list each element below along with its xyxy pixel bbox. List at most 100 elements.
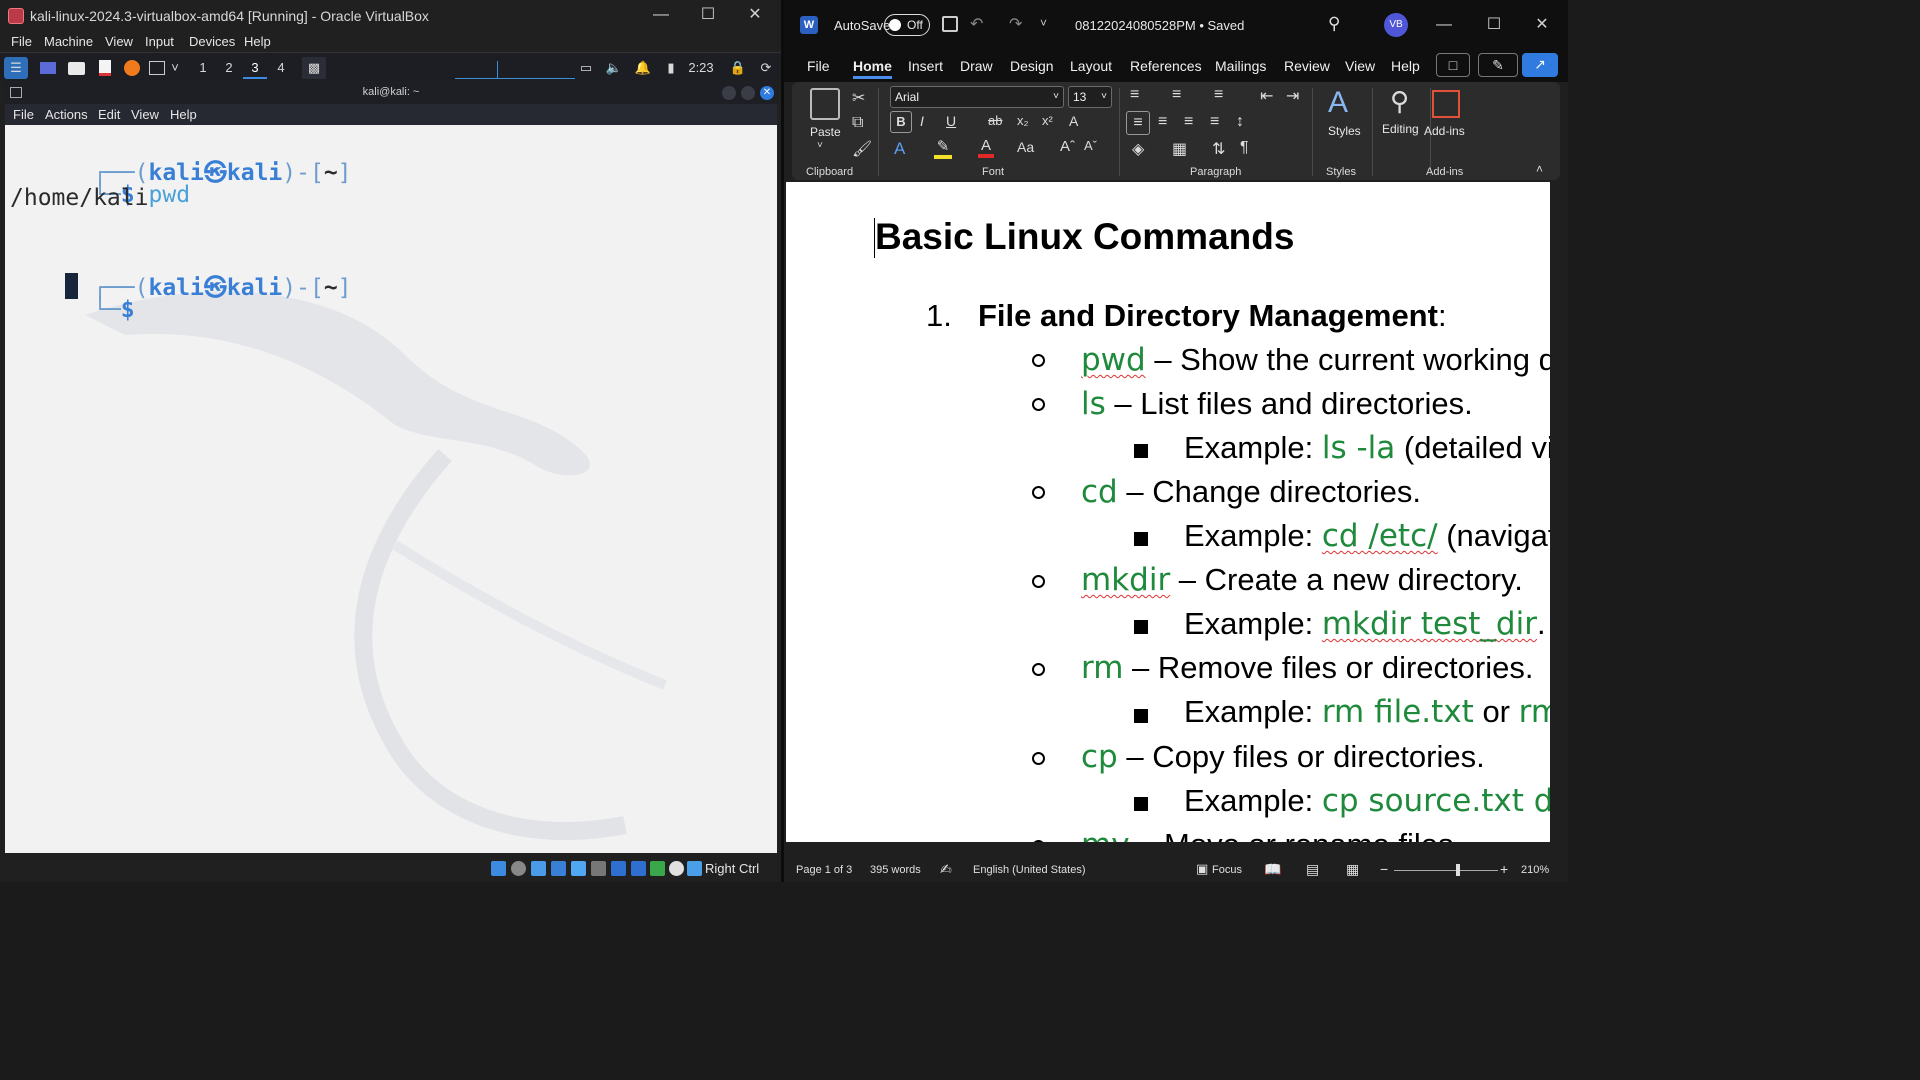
language-status[interactable]: English (United States) — [973, 864, 1086, 876]
search-icon[interactable]: ⚲ — [1328, 14, 1340, 34]
minimize-icon[interactable]: — — [651, 5, 671, 25]
italic-icon[interactable]: I — [920, 113, 924, 129]
vbox-menu-machine[interactable]: Machine — [44, 34, 93, 49]
increase-indent-icon[interactable]: ⇥ — [1286, 86, 1299, 106]
tab-file[interactable]: File — [807, 58, 830, 74]
vbox-menu-input[interactable]: Input — [145, 34, 174, 49]
terminal-close-icon[interactable]: ✕ — [760, 86, 774, 100]
styles-button-label[interactable]: Styles — [1328, 124, 1361, 138]
vbox-menu-help[interactable]: Help — [244, 34, 271, 49]
superscript-icon[interactable]: x² — [1042, 113, 1053, 128]
undo-icon[interactable]: ↶ — [970, 14, 983, 34]
terminal-maximize-icon[interactable] — [741, 86, 755, 100]
justify-icon[interactable]: ≡ — [1210, 113, 1219, 131]
power-icon[interactable]: ⟳ — [757, 57, 775, 79]
firefox-icon[interactable] — [122, 57, 142, 79]
font-name-select[interactable]: Arial ˅ — [890, 86, 1064, 108]
multilevel-list-icon[interactable]: ≡ — [1214, 86, 1223, 104]
proofing-icon[interactable]: ✍ — [940, 861, 952, 878]
mouse-integration-icon[interactable] — [669, 861, 684, 876]
terminal-launcher-icon[interactable] — [147, 57, 167, 79]
tab-draw[interactable]: Draw — [960, 58, 993, 74]
shading-icon[interactable]: ◈ — [1132, 139, 1144, 159]
display-status-icon[interactable] — [611, 861, 626, 876]
network-icon[interactable] — [551, 861, 566, 876]
battery-icon[interactable]: ▮ — [662, 57, 680, 79]
grow-font-icon[interactable]: Aˆ — [1060, 138, 1075, 155]
font-color-icon[interactable]: A — [978, 137, 994, 158]
paste-icon[interactable] — [810, 88, 840, 120]
word-close-icon[interactable]: ✕ — [1532, 15, 1552, 35]
tab-design[interactable]: Design — [1010, 58, 1054, 74]
hard-disk-icon[interactable] — [491, 861, 506, 876]
vertical-scrollbar[interactable] — [1550, 364, 1568, 882]
redo-icon[interactable]: ↷ — [1009, 14, 1022, 34]
tab-help[interactable]: Help — [1391, 58, 1420, 74]
terminal-menu-file[interactable]: File — [13, 107, 34, 122]
page-count[interactable]: Page 1 of 3 — [796, 864, 852, 876]
word-maximize-icon[interactable]: ☐ — [1484, 15, 1504, 35]
tab-references[interactable]: References — [1130, 58, 1202, 74]
align-center-icon[interactable]: ≡ — [1158, 113, 1167, 131]
show-formatting-icon[interactable]: ¶ — [1240, 139, 1249, 157]
zoom-slider-thumb[interactable] — [1456, 864, 1460, 876]
clear-formatting-icon[interactable]: A — [1069, 113, 1078, 129]
display-icon[interactable]: ▭ — [577, 57, 595, 79]
keyboard-capture-icon[interactable] — [687, 861, 702, 876]
text-effects-icon[interactable]: A — [894, 139, 905, 159]
zoom-out-icon[interactable]: − — [1380, 861, 1388, 877]
copy-icon[interactable]: ⧉ — [852, 114, 863, 132]
paste-button-label[interactable]: Paste — [810, 125, 841, 139]
shrink-font-icon[interactable]: Aˇ — [1084, 138, 1097, 153]
align-left-icon[interactable]: ≡ — [1126, 111, 1150, 135]
subscript-icon[interactable]: x₂ — [1017, 113, 1029, 128]
text-editor-icon[interactable] — [95, 57, 115, 79]
decrease-indent-icon[interactable]: ⇤ — [1260, 86, 1273, 106]
workspace-4[interactable]: 4 — [269, 57, 293, 79]
show-desktop-icon[interactable] — [38, 57, 58, 79]
addins-button-label[interactable]: Add-ins — [1424, 124, 1465, 138]
maximize-icon[interactable]: ☐ — [698, 5, 718, 25]
bullets-icon[interactable]: ≡ — [1130, 86, 1139, 104]
bold-icon[interactable]: B — [890, 111, 912, 133]
format-painter-icon[interactable]: 🖌 — [852, 139, 872, 159]
font-size-select[interactable]: 13 ˅ — [1068, 86, 1112, 108]
terminal-menu-view[interactable]: View — [131, 107, 159, 122]
usb-icon[interactable] — [571, 861, 586, 876]
terminal-menu-actions[interactable]: Actions — [45, 107, 88, 122]
collapse-ribbon-icon[interactable]: ˄ — [1536, 162, 1543, 176]
tab-view[interactable]: View — [1345, 58, 1375, 74]
editing-mode-icon[interactable]: ✎ — [1478, 53, 1518, 77]
kali-menu-icon[interactable]: ☰ — [4, 57, 28, 79]
vbox-menu-devices[interactable]: Devices — [189, 34, 235, 49]
autosave-toggle[interactable]: Off — [884, 14, 930, 36]
share-icon[interactable]: ↗ — [1522, 53, 1558, 77]
underline-icon[interactable]: U — [946, 113, 956, 129]
terminal-menu-edit[interactable]: Edit — [98, 107, 120, 122]
line-spacing-icon[interactable]: ↕ — [1236, 113, 1244, 131]
document-page[interactable]: Basic Linux Commands 1. File and Directo… — [786, 182, 1550, 842]
addins-icon[interactable] — [1432, 90, 1460, 118]
terminal-menu-help[interactable]: Help — [170, 107, 197, 122]
shared-folders-icon[interactable] — [591, 861, 606, 876]
vbox-menu-file[interactable]: File — [11, 34, 32, 49]
terminal-minimize-icon[interactable] — [722, 86, 736, 100]
optical-drive-icon[interactable] — [511, 861, 526, 876]
tab-review[interactable]: Review — [1284, 58, 1330, 74]
notification-bell-icon[interactable]: 🔔 — [634, 57, 652, 79]
align-right-icon[interactable]: ≡ — [1184, 113, 1193, 131]
file-manager-icon[interactable] — [66, 57, 86, 79]
zoom-slider[interactable] — [1394, 864, 1498, 876]
sort-icon[interactable]: ⇅ — [1212, 139, 1225, 159]
styles-icon[interactable]: A — [1328, 86, 1348, 120]
read-mode-icon[interactable]: 📖 — [1264, 861, 1281, 878]
focus-icon[interactable]: ▣ — [1196, 861, 1208, 877]
borders-icon[interactable]: ▦ — [1172, 139, 1187, 159]
change-case-icon[interactable]: Aa — [1017, 139, 1034, 155]
cut-icon[interactable]: ✂ — [852, 88, 865, 108]
save-icon[interactable] — [942, 16, 958, 32]
web-layout-icon[interactable]: ▦ — [1346, 861, 1359, 878]
numbering-icon[interactable]: ≡ — [1172, 86, 1181, 104]
workspace-3[interactable]: 3 — [243, 57, 267, 79]
focus-button[interactable]: Focus — [1212, 864, 1242, 876]
